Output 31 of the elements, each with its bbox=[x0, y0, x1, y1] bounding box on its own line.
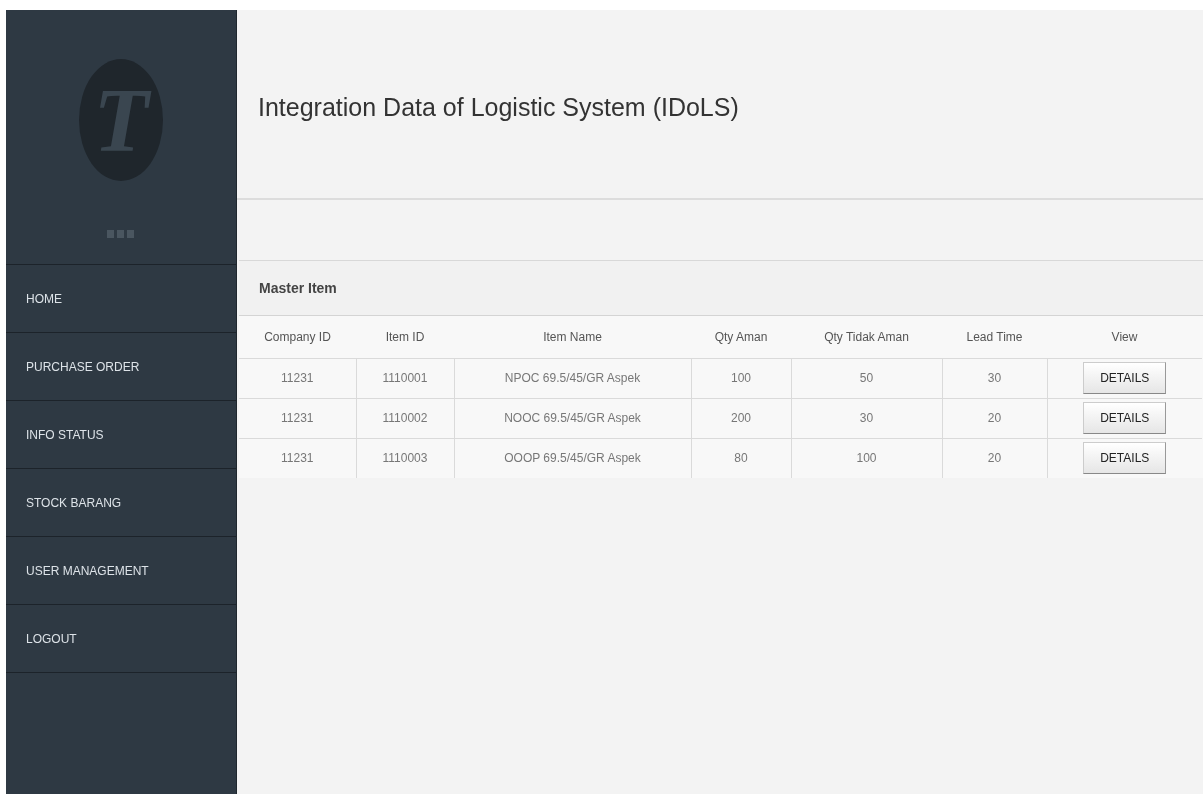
column-header: Qty Aman bbox=[714, 329, 768, 344]
page-title: Integration Data of Logistic System (IDoLS) bbox=[258, 92, 739, 124]
table-cell: 20 bbox=[942, 438, 1047, 478]
table-cell: 200 bbox=[691, 398, 791, 438]
table-cell: 100 bbox=[791, 438, 942, 478]
divider-dots-icon bbox=[107, 230, 135, 238]
details-button[interactable]: DETAILS bbox=[1083, 362, 1167, 394]
table-cell: 80 bbox=[691, 438, 791, 478]
table-cell: 30 bbox=[942, 358, 1047, 398]
details-button[interactable]: DETAILS bbox=[1083, 442, 1167, 475]
table-cell: OOOP 69.5/45/GR Aspek bbox=[454, 438, 691, 478]
column-header: Qty Tidak Aman bbox=[824, 329, 909, 344]
panel-title: Master Item bbox=[259, 278, 337, 298]
table-cell: 1110001 bbox=[356, 358, 454, 398]
table-cell: 100 bbox=[691, 358, 791, 398]
table-cell: 11231 bbox=[239, 398, 356, 438]
table-cell: 50 bbox=[791, 358, 942, 398]
table-cell: 1110002 bbox=[356, 398, 454, 438]
column-header: Company ID bbox=[264, 329, 331, 344]
table-cell: NOOC 69.5/45/GR Aspek bbox=[454, 398, 691, 438]
table-cell: 20 bbox=[942, 398, 1047, 438]
table-cell: 1110003 bbox=[356, 438, 454, 478]
details-button[interactable]: DETAILS bbox=[1083, 402, 1167, 434]
table-cell: NPOC 69.5/45/GR Aspek bbox=[454, 358, 691, 398]
column-header: View bbox=[1111, 329, 1138, 344]
table-cell: 11231 bbox=[239, 358, 356, 398]
column-header: Item Name bbox=[543, 329, 602, 344]
column-header: Item ID bbox=[385, 329, 425, 344]
column-header: Lead Time bbox=[966, 329, 1023, 344]
table-cell: 30 bbox=[791, 398, 942, 438]
table-cell: 11231 bbox=[239, 438, 356, 478]
